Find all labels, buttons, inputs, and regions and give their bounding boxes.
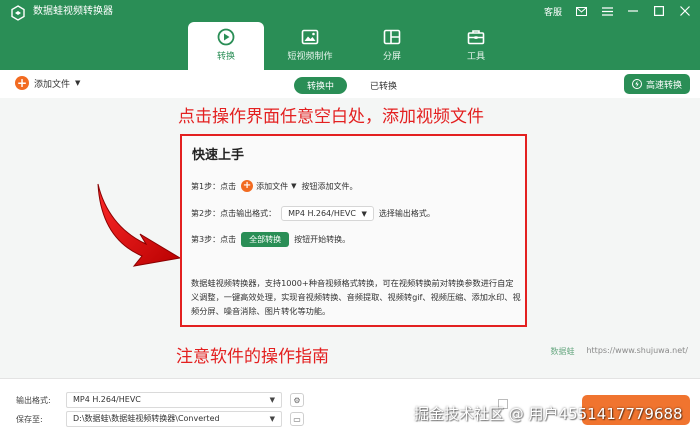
app-logo-icon xyxy=(11,5,25,21)
minimize-icon[interactable] xyxy=(626,4,640,18)
guide-step-1: 第1步：点击 + 添加文件 ▼ 按钮添加文件。 xyxy=(191,180,357,192)
step3-prefix: 第3步：点击 xyxy=(191,235,237,244)
fast-convert-label: 高速转换 xyxy=(645,80,682,91)
red-arrow-icon xyxy=(97,183,182,267)
output-format-value: MP4 H.264/HEVC xyxy=(73,395,141,404)
tab-split-screen-label: 分屏 xyxy=(382,52,401,62)
guide-step-3: 第3步：点击 全部转换 按钮开始转换。 xyxy=(191,232,350,247)
add-icon: + xyxy=(15,76,29,90)
step1-button-label: 添加文件 xyxy=(256,181,289,191)
quick-start-guide: 快速上手 第1步：点击 + 添加文件 ▼ 按钮添加文件。 第2步：点击输出格式：… xyxy=(180,134,527,327)
guide-convert-all-button[interactable]: 全部转换 xyxy=(241,232,290,247)
split-screen-icon xyxy=(383,29,401,45)
fast-convert-button[interactable]: 高速转换 xyxy=(623,74,690,94)
mail-icon[interactable] xyxy=(574,4,588,18)
drop-area[interactable]: 点击操作界面任意空白处，添加视频文件 快速上手 第1步：点击 + 添加文件 ▼ … xyxy=(0,98,700,378)
output-format-row: 输出格式: MP4 H.264/HEVC ▼ ⚙ xyxy=(16,392,304,408)
video-maker-icon xyxy=(301,29,319,45)
save-to-select[interactable]: D:\数据蛙\数据蛙视频转换器\Converted ▼ xyxy=(66,411,282,427)
app-title: 数据蛙视频转换器 xyxy=(33,6,113,17)
toolbox-icon xyxy=(467,30,485,45)
add-icon: + xyxy=(241,180,254,192)
annotation-bottom: 注意软件的操作指南 xyxy=(176,347,329,367)
convert-icon xyxy=(217,28,235,46)
tab-video-maker-label: 短视频制作 xyxy=(287,52,333,62)
guide-description: 数据蛙视频转换器，支持1000+种音视频格式转换，可在视频转换前对转换参数进行自… xyxy=(191,278,521,316)
footer-bar: 输出格式: MP4 H.264/HEVC ▼ ⚙ 保存至: D:\数据蛙\数据蛙… xyxy=(0,378,700,436)
step3-suffix: 按钮开始转换。 xyxy=(294,235,351,244)
segment-converting[interactable]: 转换中 xyxy=(294,77,348,94)
chevron-down-icon: ▼ xyxy=(269,415,275,423)
add-file-label: 添加文件 xyxy=(34,79,71,90)
site-watermark: 数据蛙 https://www.shujuwa.net/ xyxy=(550,346,688,357)
status-segment: 转换中 已转换 xyxy=(294,77,410,94)
guide-step-2: 第2步：点击输出格式： MP4 H.264/HEVC ▼ 选择输出格式。 xyxy=(191,206,435,221)
output-format-select[interactable]: MP4 H.264/HEVC ▼ xyxy=(66,392,282,408)
save-to-row: 保存至: D:\数据蛙\数据蛙视频转换器\Converted ▼ ▭ xyxy=(16,411,304,427)
watermark-url: https://www.shujuwa.net/ xyxy=(586,346,688,355)
add-file-button[interactable]: + 添加文件 ▼ xyxy=(15,76,80,90)
overlay-watermark: 掘金技术社区 @ 用户4551417779688 xyxy=(414,405,683,423)
folder-icon[interactable]: ▭ xyxy=(290,412,304,426)
guide-title: 快速上手 xyxy=(192,148,245,163)
chevron-down-icon[interactable]: ▼ xyxy=(75,79,80,87)
lightning-icon xyxy=(631,79,642,89)
menu-icon[interactable] xyxy=(600,4,614,18)
step1-suffix: 按钮添加文件。 xyxy=(301,181,358,191)
tab-video-maker[interactable]: 短视频制作 xyxy=(272,22,348,70)
step2-format: MP4 H.264/HEVC xyxy=(288,209,356,218)
output-format-label: 输出格式: xyxy=(16,395,51,405)
format-settings-icon[interactable]: ⚙ xyxy=(290,393,304,407)
window-controls: 客服 xyxy=(544,4,692,18)
step1-prefix: 第1步：点击 xyxy=(191,181,237,191)
tab-tools-label: 工具 xyxy=(466,52,485,62)
save-to-label: 保存至: xyxy=(16,414,43,424)
tab-convert-label: 转换 xyxy=(216,52,235,62)
maximize-icon[interactable] xyxy=(652,4,666,18)
annotation-top: 点击操作界面任意空白处，添加视频文件 xyxy=(178,107,484,127)
tab-split-screen[interactable]: 分屏 xyxy=(354,22,430,70)
sub-toolbar: + 添加文件 ▼ 转换中 已转换 高速转换 xyxy=(0,70,700,98)
step2-prefix: 第2步：点击输出格式： xyxy=(191,209,277,218)
tab-tools[interactable]: 工具 xyxy=(438,22,514,70)
chevron-down-icon: ▼ xyxy=(361,210,367,218)
app-header: 数据蛙视频转换器 客服 转换 短视频制作 分屏 工具 xyxy=(0,0,700,70)
close-icon[interactable] xyxy=(678,4,692,18)
guide-format-select[interactable]: MP4 H.264/HEVC ▼ xyxy=(281,206,374,221)
chevron-down-icon: ▼ xyxy=(291,182,297,190)
tab-convert[interactable]: 转换 xyxy=(188,22,264,70)
save-to-value: D:\数据蛙\数据蛙视频转换器\Converted xyxy=(73,414,220,423)
segment-converted[interactable]: 已转换 xyxy=(357,77,410,94)
chevron-down-icon: ▼ xyxy=(269,396,275,404)
guide-add-file-button[interactable]: + 添加文件 ▼ xyxy=(241,180,296,192)
watermark-brand: 数据蛙 xyxy=(550,347,575,356)
step2-suffix: 选择输出格式。 xyxy=(378,209,435,218)
customer-service-link[interactable]: 客服 xyxy=(544,5,562,18)
